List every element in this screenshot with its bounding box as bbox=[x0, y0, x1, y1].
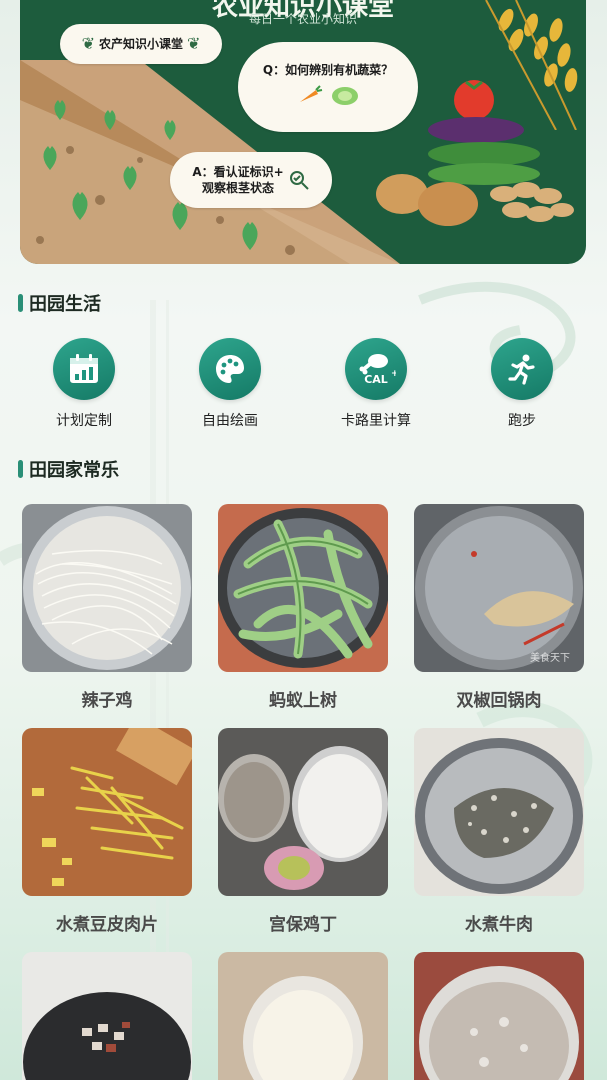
recipe-card[interactable] bbox=[414, 952, 584, 1080]
dough-bowl-image bbox=[218, 952, 388, 1080]
lettuce-icon bbox=[332, 87, 358, 106]
magnifier-check-icon bbox=[289, 171, 309, 190]
feature-plan[interactable]: 计划定制 bbox=[24, 338, 144, 430]
feature-plan-circle[interactable] bbox=[53, 338, 115, 400]
svg-text:CAL: CAL bbox=[364, 373, 388, 386]
feature-drawing[interactable]: 自由绘画 bbox=[170, 338, 290, 430]
shredded-potato-image bbox=[22, 728, 192, 896]
recipe-card[interactable]: 辣子鸡 bbox=[22, 504, 192, 711]
feature-calorie-circle[interactable]: CAL + bbox=[345, 338, 407, 400]
recipe-name: 蚂蚁上树 bbox=[269, 691, 337, 711]
recipe-photo[interactable] bbox=[22, 504, 192, 672]
recipe-name: 宫保鸡丁 bbox=[269, 915, 337, 935]
wok-cubes-image bbox=[22, 952, 192, 1080]
recipe-card[interactable]: 水煮豆皮肉片 bbox=[22, 728, 192, 935]
recipe-card[interactable]: 水煮牛肉 bbox=[414, 728, 584, 935]
feature-running-label: 跑步 bbox=[508, 413, 536, 429]
laurel-left-icon: ❦ bbox=[81, 34, 95, 54]
recipe-name: 水煮牛肉 bbox=[465, 915, 533, 935]
chicken-leg-cal-icon: CAL + bbox=[359, 354, 396, 386]
recipe-card[interactable]: 美食天下 双椒回锅肉 bbox=[414, 504, 584, 711]
course-badge: ❦ 农产知识小课堂 ❦ bbox=[60, 24, 222, 64]
answer-line-1: A：看认证标识+ bbox=[192, 164, 284, 179]
feature-shortcuts: 计划定制 自由绘画 CAL + 卡路里计算 跑步 bbox=[20, 338, 586, 438]
recipe-photo[interactable]: 美食天下 bbox=[414, 504, 584, 672]
recipe-photo[interactable] bbox=[414, 728, 584, 896]
section-accent-bar bbox=[18, 294, 23, 312]
calendar-chart-icon bbox=[70, 354, 98, 383]
feature-running-circle[interactable] bbox=[491, 338, 553, 400]
recipe-card[interactable] bbox=[22, 952, 192, 1080]
course-badge-label: 农产知识小课堂 bbox=[98, 36, 183, 51]
flour-bowls-image bbox=[218, 728, 388, 896]
section-header-home: 田园家常乐 bbox=[18, 456, 119, 482]
recipe-photo[interactable] bbox=[218, 728, 388, 896]
recipe-card[interactable]: 蚂蚁上树 bbox=[218, 504, 388, 711]
section-accent-bar bbox=[18, 460, 23, 478]
running-person-icon bbox=[508, 354, 535, 385]
recipe-name: 辣子鸡 bbox=[81, 691, 133, 711]
palette-icon bbox=[216, 355, 244, 383]
chopped-mushrooms-image bbox=[414, 728, 584, 896]
feature-plan-label: 计划定制 bbox=[56, 413, 112, 429]
feature-calorie[interactable]: CAL + 卡路里计算 bbox=[316, 338, 436, 430]
feature-drawing-circle[interactable] bbox=[199, 338, 261, 400]
question-text: Q：如何辨别有机蔬菜？ bbox=[262, 62, 394, 77]
recipe-photo[interactable] bbox=[22, 952, 192, 1080]
svg-text:+: + bbox=[391, 369, 396, 379]
recipe-photo[interactable] bbox=[414, 952, 584, 1080]
green-beans-image bbox=[218, 504, 388, 672]
vegetables-illustration bbox=[376, 80, 574, 226]
carrot-icon bbox=[300, 85, 323, 103]
flour-mix-image bbox=[414, 952, 584, 1080]
recipe-name: 双椒回锅肉 bbox=[456, 691, 542, 711]
noodles-in-bowl-image bbox=[22, 504, 192, 672]
feature-calorie-label: 卡路里计算 bbox=[341, 413, 411, 429]
photo-watermark: 美食天下 bbox=[530, 653, 570, 664]
feature-drawing-label: 自由绘画 bbox=[202, 413, 258, 429]
recipe-card[interactable] bbox=[218, 952, 388, 1080]
laurel-right-icon: ❦ bbox=[187, 34, 201, 54]
section-title-home: 田园家常乐 bbox=[29, 460, 119, 481]
recipe-photo[interactable] bbox=[218, 952, 388, 1080]
section-header-life: 田园生活 bbox=[18, 290, 101, 316]
answer-bubble: A：看认证标识+ 观察根茎状态 bbox=[170, 152, 332, 208]
section-title-life: 田园生活 bbox=[29, 294, 101, 315]
answer-line-2: 观察根茎状态 bbox=[201, 181, 274, 195]
pot-water-image bbox=[414, 504, 584, 672]
recipe-photo[interactable] bbox=[218, 504, 388, 672]
recipe-card[interactable]: 宫保鸡丁 bbox=[218, 728, 388, 935]
recipe-name: 水煮豆皮肉片 bbox=[56, 915, 158, 935]
recipe-photo[interactable] bbox=[22, 728, 192, 896]
feature-running[interactable]: 跑步 bbox=[462, 338, 582, 430]
knowledge-banner[interactable]: 农业知识小课堂 每日一个农业小知识 ❦ 农产知识小课堂 ❦ Q：如何辨别有机蔬菜… bbox=[20, 0, 586, 264]
